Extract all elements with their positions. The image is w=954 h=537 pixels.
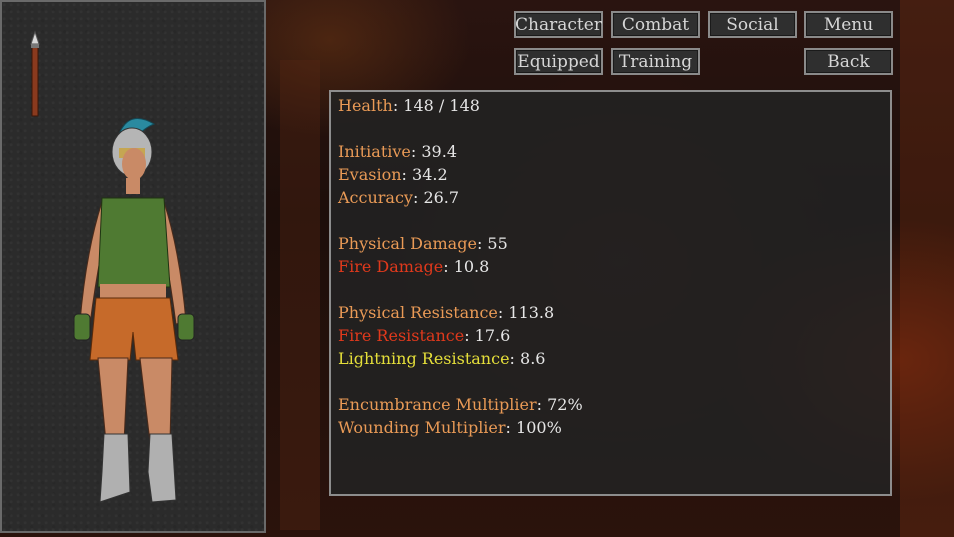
initiative-value: : 39.4 (410, 142, 457, 161)
lightning-resistance-label: Lightning Resistance (338, 349, 510, 368)
fire-resistance-stat: Fire Resistance: 17.6 (338, 324, 883, 347)
physical-resistance-stat: Physical Resistance: 113.8 (338, 301, 883, 324)
fire-damage-value: : 10.8 (443, 257, 490, 276)
health-value: : 148 / 148 (392, 96, 480, 115)
encumbrance-label: Encumbrance Multiplier (338, 395, 537, 414)
character-portrait-panel (0, 0, 266, 533)
fire-damage-stat: Fire Damage: 10.8 (338, 255, 883, 278)
physical-resistance-value: : 113.8 (497, 303, 555, 322)
character-portrait (30, 30, 195, 503)
menu-button[interactable]: Menu (804, 11, 893, 38)
social-tab-button[interactable]: Social (708, 11, 797, 38)
physical-resistance-label: Physical Resistance (338, 303, 498, 322)
evasion-label: Evasion (338, 165, 402, 184)
fire-damage-label: Fire Damage (338, 257, 444, 276)
lightning-resistance-value: : 8.6 (509, 349, 546, 368)
fire-resistance-value: : 17.6 (464, 326, 511, 345)
encumbrance-value: : 72% (536, 395, 583, 414)
initiative-stat: Initiative: 39.4 (338, 140, 883, 163)
encumbrance-stat: Encumbrance Multiplier: 72% (338, 393, 883, 416)
health-stat: Health: 148 / 148 (338, 94, 883, 117)
lightning-resistance-stat: Lightning Resistance: 8.6 (338, 347, 883, 370)
equipped-tab-button[interactable]: Equipped (514, 48, 603, 75)
physical-damage-value: : 55 (476, 234, 508, 253)
health-label: Health (338, 96, 393, 115)
spear-icon[interactable] (30, 30, 40, 117)
accuracy-label: Accuracy (338, 188, 413, 207)
physical-damage-stat: Physical Damage: 55 (338, 232, 883, 255)
wounding-stat: Wounding Multiplier: 100% (338, 416, 883, 439)
combat-stats-panel: Health: 148 / 148 Initiative: 39.4 Evasi… (329, 90, 892, 496)
gladiator-figure (73, 118, 195, 503)
wounding-value: : 100% (505, 418, 562, 437)
accuracy-stat: Accuracy: 26.7 (338, 186, 883, 209)
character-tab-button[interactable]: Character (514, 11, 603, 38)
combat-tab-button[interactable]: Combat (611, 11, 700, 38)
physical-damage-label: Physical Damage (338, 234, 477, 253)
back-button[interactable]: Back (804, 48, 893, 75)
training-tab-button[interactable]: Training (611, 48, 700, 75)
accuracy-value: : 26.7 (412, 188, 460, 207)
fire-resistance-label: Fire Resistance (338, 326, 465, 345)
initiative-label: Initiative (338, 142, 411, 161)
evasion-value: : 34.2 (401, 165, 448, 184)
evasion-stat: Evasion: 34.2 (338, 163, 883, 186)
wounding-label: Wounding Multiplier (338, 418, 506, 437)
